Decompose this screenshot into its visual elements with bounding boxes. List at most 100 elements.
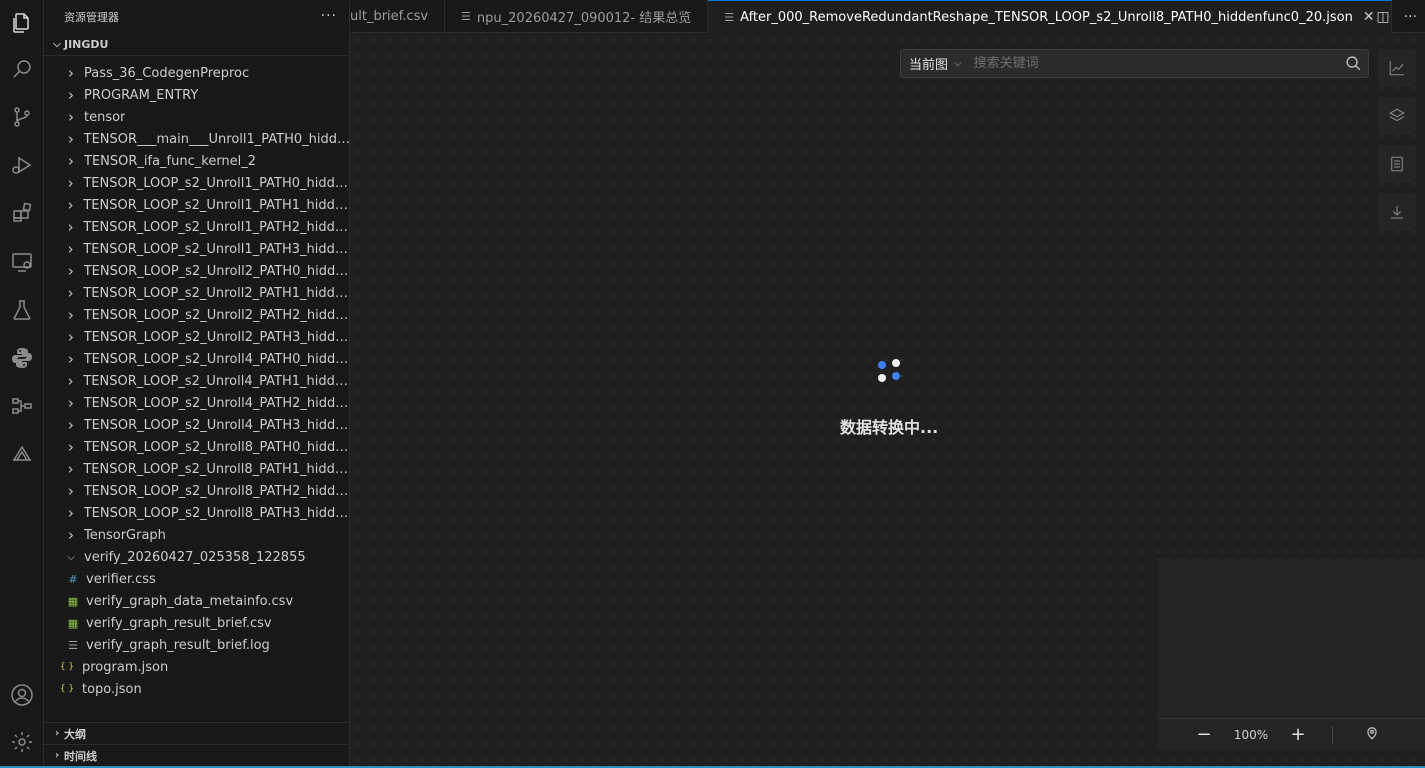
tree-item-label: Pass_36_CodegenPreproc: [84, 65, 250, 81]
chevron-right-icon: ›: [67, 416, 74, 434]
tree-item[interactable]: › PROGRAM_ENTRY: [44, 84, 349, 106]
outline-label: 大纲: [64, 727, 86, 741]
search-icon[interactable]: [1338, 55, 1368, 72]
tree-item-label: TENSOR_LOOP_s2_Unroll1_PATH3_hidden...: [83, 241, 350, 257]
tree-item[interactable]: › TENSOR_LOOP_s2_Unroll1_PATH1_hidden...: [44, 194, 349, 216]
tree-item-label: TENSOR_LOOP_s2_Unroll8_PATH2_hidde...: [83, 483, 350, 499]
chevron-right-icon: ›: [67, 372, 74, 390]
testing-icon[interactable]: [7, 295, 37, 325]
tree-item[interactable]: › TENSOR_LOOP_s2_Unroll8_PATH1_hidden...: [44, 458, 350, 480]
chevron-right-icon: ›: [67, 240, 74, 258]
minimap-panel[interactable]: − 100% +: [1158, 558, 1425, 750]
tree-item[interactable]: › Pass_36_CodegenPreproc: [44, 62, 349, 84]
tree-item[interactable]: › TENSOR_LOOP_s2_Unroll2_PATH1_hidden...: [44, 282, 350, 304]
scope-select[interactable]: 当前图 ⌵: [901, 54, 970, 73]
tree-item-label: program.json: [82, 659, 169, 675]
more-actions-icon[interactable]: ···: [1404, 9, 1417, 25]
tree-item[interactable]: ▦ verify_graph_result_brief.csv: [44, 612, 349, 634]
editor-actions: ◫ ···: [1376, 0, 1425, 33]
layers-icon[interactable]: [1378, 97, 1416, 135]
tree-item-label: TENSOR_LOOP_s2_Unroll2_PATH0_hidde...: [83, 263, 350, 279]
tab-label: After_000_RemoveRedundantReshape_TENSOR_…: [740, 9, 1353, 25]
tab-npu-overview[interactable]: ☰ npu_20260427_090012- 结果总览: [445, 0, 709, 33]
remote-explorer-icon[interactable]: [7, 247, 37, 277]
search-icon[interactable]: [7, 54, 37, 84]
cloud-icon[interactable]: [7, 439, 37, 469]
tree-item[interactable]: › TENSOR_LOOP_s2_Unroll1_PATH0_hidden...: [44, 172, 349, 194]
search-input[interactable]: [969, 56, 1338, 71]
chevron-right-icon: ›: [68, 108, 74, 126]
tree-item[interactable]: ⌵ verify_20260427_025358_122855: [44, 546, 349, 568]
tree-item[interactable]: › TENSOR___main___Unroll1_PATH0_hidde...: [44, 128, 350, 150]
chevron-down-icon: ⌵: [67, 551, 75, 563]
tree-item[interactable]: › TENSOR_LOOP_s2_Unroll8_PATH0_hidde...: [44, 436, 349, 458]
zoom-controls: − 100% +: [1158, 718, 1425, 750]
split-editor-icon[interactable]: ◫: [1376, 9, 1389, 25]
explorer-icon[interactable]: [7, 8, 37, 38]
chevron-right-icon: ›: [67, 218, 74, 236]
tree-item[interactable]: { } program.json: [44, 656, 349, 678]
chart-icon[interactable]: [1378, 49, 1416, 87]
tree-item[interactable]: › TENSOR_LOOP_s2_Unroll4_PATH3_hidde...: [44, 414, 349, 436]
sidebar-header: 资源管理器 ···: [44, 0, 349, 33]
tree-item[interactable]: › TENSOR_LOOP_s2_Unroll2_PATH2_hidde...: [44, 304, 350, 326]
python-icon[interactable]: [7, 343, 37, 373]
close-icon[interactable]: ✕: [1363, 9, 1375, 25]
extensions-icon[interactable]: [7, 198, 37, 228]
tree-item-label: TENSOR_LOOP_s2_Unroll4_PATH1_hidden...: [83, 373, 350, 389]
tree-item[interactable]: › tensor: [44, 106, 349, 128]
chevron-right-icon: ›: [67, 438, 74, 456]
graph-search-bar: 当前图 ⌵: [900, 49, 1369, 78]
zoom-out-button[interactable]: −: [1182, 724, 1226, 745]
tree-item[interactable]: ▦ verify_graph_data_metainfo.csv: [44, 590, 349, 612]
loading-spinner: [878, 359, 906, 385]
graph-flow-icon[interactable]: [7, 391, 37, 421]
tree-item[interactable]: › TENSOR_LOOP_s2_Unroll1_PATH2_hidden...: [44, 216, 349, 238]
settings-gear-icon[interactable]: [7, 727, 37, 757]
tree-item[interactable]: { } topo.json: [44, 678, 349, 700]
tree-item-label: verify_20260427_025358_122855: [84, 549, 306, 565]
outline-section[interactable]: › 大纲: [44, 722, 349, 744]
scope-label: 当前图: [909, 58, 949, 73]
timeline-label: 时间线: [64, 749, 97, 763]
tab-result-brief-csv[interactable]: ult_brief.csv: [350, 0, 446, 33]
account-icon[interactable]: [7, 680, 37, 710]
download-icon[interactable]: [1378, 193, 1416, 231]
more-actions-icon[interactable]: ···: [321, 8, 337, 24]
tree-item-label: tensor: [84, 109, 126, 125]
tree-item[interactable]: ☰ verify_graph_result_brief.log: [44, 634, 349, 656]
tree-item-label: TENSOR_LOOP_s2_Unroll2_PATH1_hidden...: [83, 285, 350, 301]
tree-item-label: TENSOR___main___Unroll1_PATH0_hidde...: [83, 131, 350, 147]
tree-item[interactable]: › TENSOR_ifa_func_kernel_2: [44, 150, 349, 172]
tree-item-label: TENSOR_LOOP_s2_Unroll8_PATH1_hidden...: [83, 461, 350, 477]
tree-item-label: TENSOR_LOOP_s2_Unroll4_PATH0_hidde...: [83, 351, 350, 367]
zoom-in-button[interactable]: +: [1276, 724, 1320, 745]
tree-item[interactable]: › TENSOR_LOOP_s2_Unroll1_PATH3_hidden...: [44, 238, 350, 260]
document-icon[interactable]: [1378, 145, 1416, 183]
tree-item-label: TensorGraph: [84, 527, 166, 543]
chevron-down-icon: ⌵: [53, 39, 61, 50]
timeline-section[interactable]: › 时间线: [44, 744, 349, 766]
tab-active-json[interactable]: ☰ After_000_RemoveRedundantReshape_TENSO…: [708, 0, 1392, 33]
tree-item[interactable]: › TENSOR_LOOP_s2_Unroll2_PATH0_hidde...: [44, 260, 350, 282]
tree-item[interactable]: › TENSOR_LOOP_s2_Unroll4_PATH0_hidde...: [44, 348, 350, 370]
tree-item[interactable]: › TENSOR_LOOP_s2_Unroll2_PATH3_hidde...: [44, 326, 349, 348]
tree-item[interactable]: # verifier.css: [44, 568, 349, 590]
chevron-right-icon: ›: [68, 526, 74, 544]
chevron-right-icon: ›: [67, 130, 74, 148]
tree-item-label: verify_graph_result_brief.csv: [86, 615, 272, 631]
activity-bar: [0, 0, 44, 768]
tree-item[interactable]: › TENSOR_LOOP_s2_Unroll4_PATH2_hidde...: [44, 392, 349, 414]
tree-item[interactable]: › TENSOR_LOOP_s2_Unroll4_PATH1_hidden...: [44, 370, 350, 392]
tree-item[interactable]: › TENSOR_LOOP_s2_Unroll8_PATH3_hidde...: [44, 502, 349, 524]
tree-item[interactable]: › TENSOR_LOOP_s2_Unroll8_PATH2_hidde...: [44, 480, 350, 502]
tree-item[interactable]: › TensorGraph: [44, 524, 349, 546]
log-file-icon: ☰: [68, 638, 78, 652]
locate-icon[interactable]: [1365, 726, 1379, 743]
run-debug-icon[interactable]: [7, 150, 37, 180]
tree-item-label: TENSOR_LOOP_s2_Unroll2_PATH2_hidde...: [83, 307, 350, 323]
workspace-header[interactable]: ⌵ JINGDU: [44, 34, 349, 56]
chevron-right-icon: ›: [67, 306, 74, 324]
chevron-right-icon: ›: [67, 262, 74, 280]
source-control-icon[interactable]: [7, 102, 37, 132]
